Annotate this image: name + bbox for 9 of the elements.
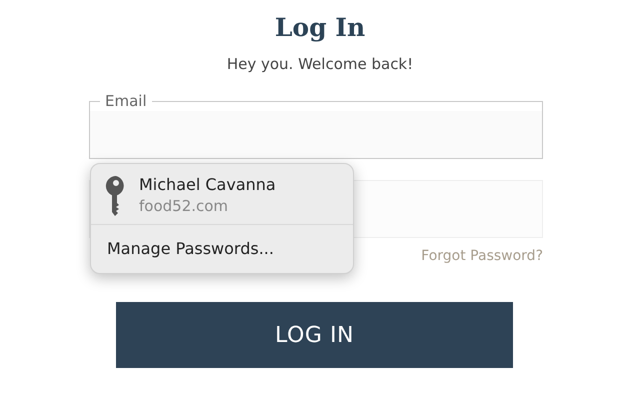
page-title: Log In	[274, 12, 366, 44]
welcome-text: Hey you. Welcome back!	[226, 54, 414, 74]
email-field[interactable]: Email	[89, 92, 543, 159]
saved-account-item[interactable]: Michael Cavanna food52.com	[91, 164, 353, 225]
login-button[interactable]: LOG IN	[116, 302, 513, 368]
account-site: food52.com	[139, 196, 230, 216]
manage-passwords-item[interactable]: Manage Passwords...	[91, 225, 353, 273]
email-label: Email	[104, 92, 148, 110]
account-name: Michael Cavanna	[139, 174, 276, 196]
